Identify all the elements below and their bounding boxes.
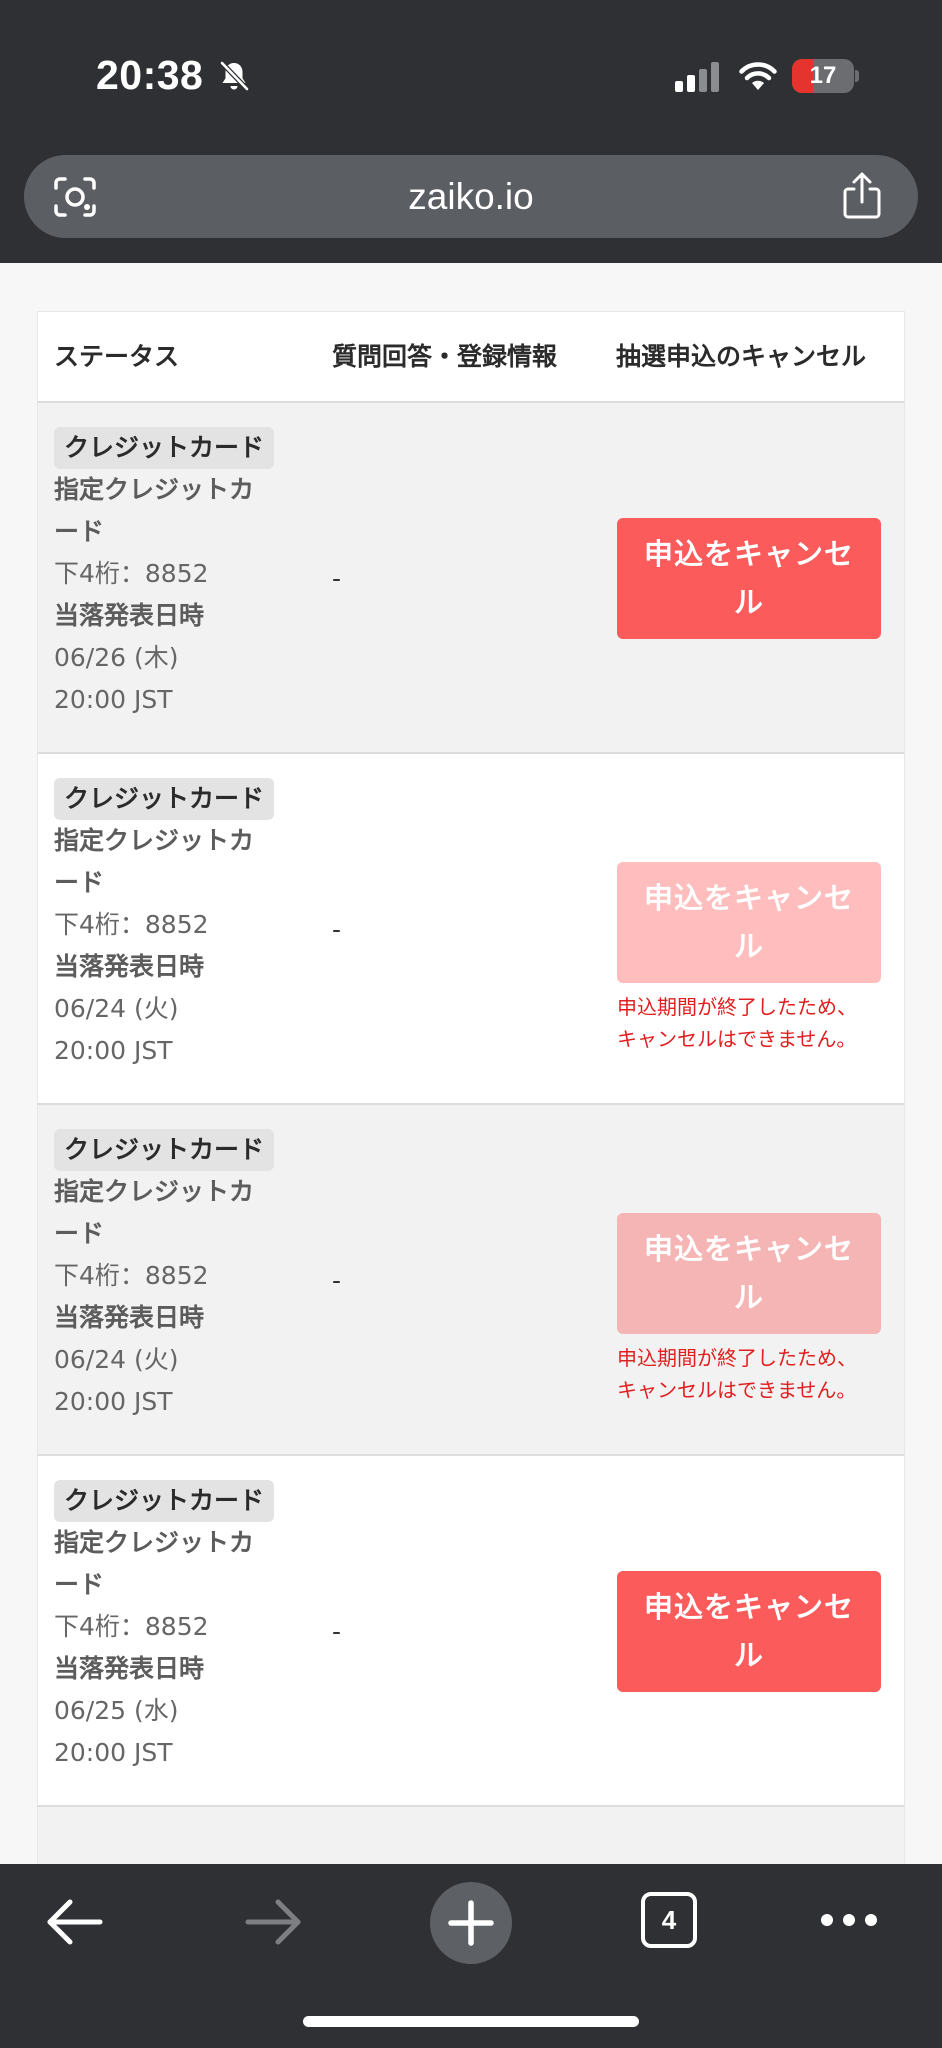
announce-label: 当落発表日時 [54, 1654, 205, 1683]
browser-toolbar: 4 [0, 1864, 942, 2048]
answer-cell: - [332, 564, 342, 593]
cancel-application-button[interactable]: 申込をキャンセ ル [617, 1571, 881, 1692]
header-cancel: 抽選申込のキャンセル [616, 342, 867, 371]
more-dots-icon[interactable] [820, 1910, 878, 1930]
tab-switcher-button[interactable]: 4 [641, 1892, 697, 1948]
cancel-button-label-cont: ル [733, 585, 764, 619]
card-last4: 下4桁：8852 [54, 1612, 209, 1641]
cancel-button-label: 申込をキャンセ [643, 881, 854, 915]
share-icon[interactable] [840, 171, 884, 221]
card-label: 指定クレジットカ [54, 1528, 255, 1557]
url-text[interactable]: zaiko.io [24, 155, 918, 238]
status-cell: クレジットカード 指定クレジットカ ード 下4桁：8852 当落発表日時 06/… [54, 427, 304, 721]
card-label-cont: ード [54, 517, 105, 546]
table-row: クレジットカード 指定クレジットカ ード 下4桁：8852 当落発表日時 06/… [37, 1105, 905, 1456]
table-header: ステータス 質問回答・登録情報 抽選申込のキャンセル [37, 311, 905, 403]
status-cell: クレジットカード 指定クレジットカ ード 下4桁：8852 当落発表日時 06/… [54, 778, 304, 1072]
card-label-cont: ード [54, 1570, 105, 1599]
status-cell: クレジットカード 指定クレジットカ ード 下4桁：8852 当落発表日時 06/… [54, 1480, 304, 1774]
cancel-closed-note: 申込期間が終了したため、 キャンセルはできません。 [617, 991, 881, 1055]
cancel-application-button[interactable]: 申込をキャンセ ル [617, 518, 881, 639]
answer-cell: - [332, 915, 342, 944]
back-arrow-icon[interactable] [44, 1894, 106, 1950]
announce-date: 06/24 (火) [54, 1345, 179, 1374]
announce-time: 20:00 JST [54, 1036, 173, 1065]
announce-date: 06/25 (水) [54, 1696, 179, 1725]
header-status: ステータス [54, 342, 180, 371]
payment-badge: クレジットカード [54, 778, 275, 820]
cancel-application-button-disabled: 申込をキャンセ ル [617, 1213, 881, 1334]
header-question: 質問回答・登録情報 [332, 342, 558, 371]
status-cell: クレジットカード 指定クレジットカ ード 下4桁：8852 当落発表日時 06/… [54, 1129, 304, 1423]
card-last4: 下4桁：8852 [54, 559, 209, 588]
battery-indicator: 17 [792, 59, 859, 93]
card-label: 指定クレジットカ [54, 826, 255, 855]
card-label-cont: ード [54, 868, 105, 897]
cancel-note-line: 申込期間が終了したため、 [617, 995, 857, 1019]
cancel-note-line-cont: キャンセルはできません。 [617, 1378, 857, 1402]
wifi-icon [739, 62, 777, 90]
card-last4: 下4桁：8852 [54, 910, 209, 939]
card-label: 指定クレジットカ [54, 475, 255, 504]
payment-badge: クレジットカード [54, 1480, 275, 1522]
cancel-application-button-disabled: 申込をキャンセ ル [617, 862, 881, 983]
application-table: ステータス 質問回答・登録情報 抽選申込のキャンセル クレジットカード 指定クレ… [37, 311, 905, 1864]
new-tab-button[interactable] [430, 1882, 512, 1964]
cancel-button-label-cont: ル [733, 929, 764, 963]
announce-label: 当落発表日時 [54, 952, 205, 981]
bell-slash-icon [220, 61, 249, 91]
announce-time: 20:00 JST [54, 685, 173, 714]
announce-date: 06/24 (火) [54, 994, 179, 1023]
payment-badge: クレジットカード [54, 427, 275, 469]
announce-label: 当落発表日時 [54, 1303, 205, 1332]
cancel-button-label-cont: ル [733, 1638, 764, 1672]
cancel-cell: 申込をキャンセ ル 申込期間が終了したため、 キャンセルはできません。 [617, 1105, 881, 1456]
announce-time: 20:00 JST [54, 1738, 173, 1767]
cancel-cell: 申込をキャンセ ル 申込期間が終了したため、 キャンセルはできません。 [617, 754, 881, 1105]
cancel-cell: 申込をキャンセ ル [617, 1456, 881, 1807]
card-last4: 下4桁：8852 [54, 1261, 209, 1290]
table-row-partial [37, 1807, 905, 1864]
forward-arrow-icon [245, 1899, 301, 1945]
card-label-cont: ード [54, 1219, 105, 1248]
cancel-button-label: 申込をキャンセ [643, 1590, 854, 1624]
cancel-note-line: 申込期間が終了したため、 [617, 1346, 857, 1370]
home-indicator [303, 2016, 639, 2027]
cancel-button-label: 申込をキャンセ [643, 1232, 854, 1266]
page-content: ステータス 質問回答・登録情報 抽選申込のキャンセル クレジットカード 指定クレ… [0, 263, 942, 1864]
announce-date: 06/26 (木) [54, 643, 179, 672]
phone-screen: 20:38 17 zaiko.io ステータス 質問回答・登録情報 抽選申込のキ… [0, 0, 942, 2048]
cancel-button-label: 申込をキャンセ [643, 537, 854, 571]
browser-address-area: zaiko.io [0, 150, 942, 263]
cancel-note-line-cont: キャンセルはできません。 [617, 1027, 857, 1051]
announce-label: 当落発表日時 [54, 601, 205, 630]
plus-icon [448, 1900, 494, 1946]
card-label: 指定クレジットカ [54, 1177, 255, 1206]
status-bar: 20:38 17 [0, 0, 942, 150]
announce-time: 20:00 JST [54, 1387, 173, 1416]
table-row: クレジットカード 指定クレジットカ ード 下4桁：8852 当落発表日時 06/… [37, 754, 905, 1105]
cancel-cell: 申込をキャンセ ル [617, 403, 881, 754]
answer-cell: - [332, 1617, 342, 1646]
payment-badge: クレジットカード [54, 1129, 275, 1171]
cancel-button-label-cont: ル [733, 1280, 764, 1314]
battery-level: 17 [809, 62, 837, 89]
table-row: クレジットカード 指定クレジットカ ード 下4桁：8852 当落発表日時 06/… [37, 403, 905, 754]
clock: 20:38 [96, 52, 204, 98]
address-bar[interactable]: zaiko.io [24, 155, 918, 238]
table-row: クレジットカード 指定クレジットカ ード 下4桁：8852 当落発表日時 06/… [37, 1456, 905, 1807]
cellular-signal-icon [675, 62, 719, 92]
answer-cell: - [332, 1266, 342, 1295]
cancel-closed-note: 申込期間が終了したため、 キャンセルはできません。 [617, 1342, 881, 1406]
